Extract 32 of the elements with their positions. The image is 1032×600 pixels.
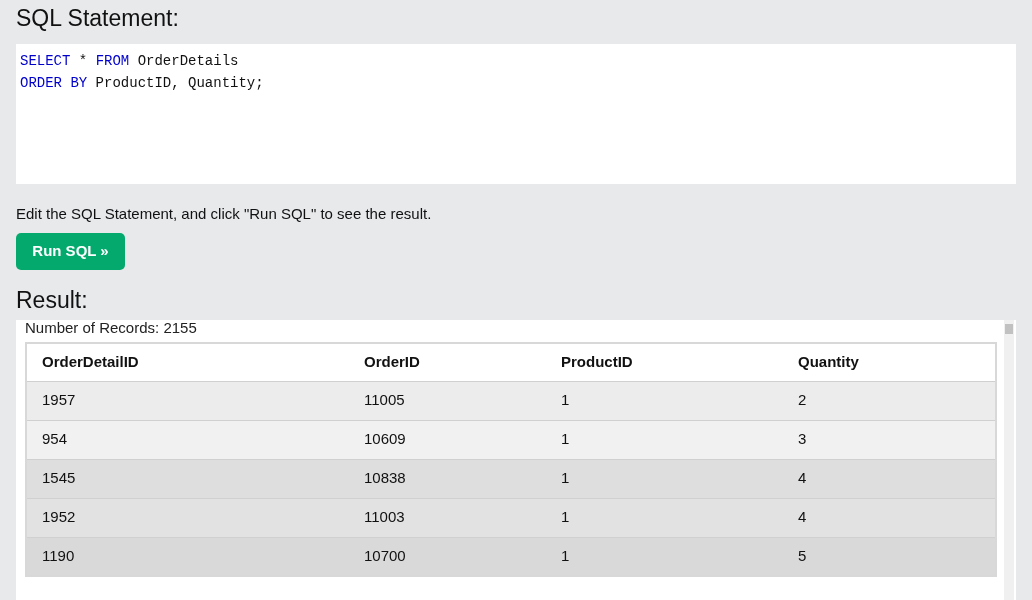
table-cell: 10838 [349,459,546,498]
table-cell: 2 [783,381,996,420]
table-cell: 3 [783,420,996,459]
column-header: OrderDetailID [26,343,349,381]
table-cell: 10609 [349,420,546,459]
table-cell: 11003 [349,498,546,537]
table-cell: 1190 [26,537,349,576]
column-header: OrderID [349,343,546,381]
table-cell: 1 [546,420,783,459]
scrollbar[interactable] [1004,320,1014,600]
table-cell: 1 [546,537,783,576]
instruction-text: Edit the SQL Statement, and click "Run SQL" to see the result. [16,204,433,224]
table-cell: 1 [546,459,783,498]
table-cell: 10700 [349,537,546,576]
table-cell: 1952 [26,498,349,537]
table-cell: 11005 [349,381,546,420]
section-heading: Result: [16,286,89,314]
table-cell: 1 [546,498,783,537]
code-line: ORDER BY ProductID, Quantity; [20,74,265,93]
table-cell: 954 [26,420,349,459]
table-cell: 4 [783,498,996,537]
column-header: Quantity [783,343,996,381]
table-cell: 1545 [26,459,349,498]
code-editor[interactable]: SELECT * FROM OrderDetails ORDER BY ProductID, Quantity; [16,44,1016,184]
table-cell: 4 [783,459,996,498]
column-header: ProductID [546,343,783,381]
code-line: SELECT * FROM OrderDetails [20,52,240,71]
table-cell: 5 [783,537,996,576]
record-count: Number of Records: 2155 [25,320,198,336]
section-heading: SQL Statement: [16,4,180,32]
table-cell: 1 [546,381,783,420]
table-cell: 1957 [26,381,349,420]
